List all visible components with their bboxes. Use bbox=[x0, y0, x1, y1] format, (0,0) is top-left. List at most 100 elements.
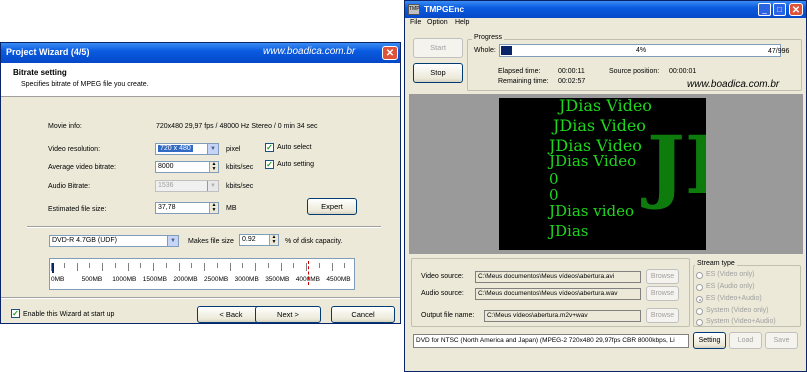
whole-label: Whole: bbox=[474, 47, 496, 54]
start-button[interactable]: Start bbox=[413, 38, 463, 58]
ruler-label: 500MB bbox=[81, 276, 103, 283]
progress-group-title: Progress bbox=[472, 34, 505, 41]
remaining-label: Remaining time: bbox=[498, 78, 549, 85]
wizard-title: Project Wizard (4/5) bbox=[6, 47, 90, 57]
makes-file-size-input[interactable]: 0.92 ▲ ▼ bbox=[239, 234, 279, 246]
stream-type-label: ES (Video only) bbox=[706, 271, 755, 278]
ruler-tick bbox=[63, 263, 65, 268]
video-resolution-unit: pixel bbox=[226, 146, 241, 153]
save-button[interactable]: Save bbox=[765, 332, 798, 349]
output-file-field[interactable]: C:\Meus vídeos\abertura.m2v+wav bbox=[484, 310, 641, 322]
enable-wizard-checkbox[interactable]: ✓ bbox=[11, 309, 20, 318]
ruler-tick bbox=[293, 263, 295, 268]
ruler-tick bbox=[318, 263, 320, 268]
ruler-tick bbox=[89, 263, 91, 268]
stream-radio-system-video-audio[interactable] bbox=[696, 319, 703, 326]
video-resolution-select[interactable]: 720 x 480 ▼ bbox=[155, 143, 219, 155]
wizard-titlebar[interactable]: Project Wizard (4/5) www.boadica.com.br … bbox=[1, 43, 400, 63]
stream-type-label: ES (Video+Audio) bbox=[706, 295, 762, 302]
minimize-icon[interactable]: _ bbox=[758, 3, 771, 16]
audio-bitrate-label: Audio Bitrate: bbox=[48, 183, 91, 190]
est-file-size-input[interactable]: 37,78 ▲ ▼ bbox=[155, 202, 219, 214]
tmpgenc-window: TMP TMPGEnc _ □ ✕ File Option Help Start… bbox=[404, 0, 807, 372]
tmpgenc-titlebar[interactable]: TMP TMPGEnc _ □ ✕ bbox=[405, 1, 806, 18]
auto-select-checkbox[interactable]: ✓ bbox=[265, 143, 274, 152]
preview-large-letters: JD bbox=[647, 118, 706, 212]
stream-radio-es-audio[interactable] bbox=[696, 284, 703, 291]
movie-info-label: Movie info: bbox=[48, 123, 82, 130]
frames-count: 47/996 bbox=[768, 48, 790, 55]
ruler-label: 1500MB bbox=[142, 276, 168, 283]
audio-source-field[interactable]: C:\Meus documentos\Meus vídeos\abertura.… bbox=[475, 288, 641, 300]
chevron-down-icon[interactable]: ▼ bbox=[207, 144, 218, 154]
stream-type-label: System (Video only) bbox=[706, 307, 769, 314]
auto-setting-label: Auto setting bbox=[277, 161, 314, 168]
ruler-tick bbox=[165, 263, 167, 268]
next-button[interactable]: Next > bbox=[255, 306, 321, 323]
audio-source-label: Audio source: bbox=[421, 290, 464, 297]
avg-video-bitrate-input[interactable]: 8000 ▲ ▼ bbox=[155, 161, 219, 173]
media-select[interactable]: DVD-R 4.7GB (UDF) ▼ bbox=[49, 235, 179, 247]
preview-text: JDias video bbox=[549, 202, 635, 220]
ruler-tick bbox=[191, 263, 193, 268]
spin-arrows-icon[interactable]: ▲ ▼ bbox=[209, 162, 218, 172]
elapsed-label: Elapsed time: bbox=[498, 68, 541, 75]
auto-select-label: Auto select bbox=[277, 144, 312, 151]
video-source-field[interactable]: C:\Meus documentos\Meus vídeos\abertura.… bbox=[475, 271, 641, 283]
ruler-tick bbox=[127, 263, 129, 271]
cancel-button[interactable]: Cancel bbox=[331, 306, 395, 323]
header-title: Bitrate setting bbox=[13, 68, 67, 77]
avg-video-bitrate-value: 8000 bbox=[158, 163, 174, 170]
ruler-label: 4000MB bbox=[295, 276, 321, 283]
menu-help[interactable]: Help bbox=[455, 19, 469, 26]
browse-audio-button[interactable]: Browse bbox=[646, 286, 679, 301]
stop-button[interactable]: Stop bbox=[413, 63, 463, 83]
browse-output-button[interactable]: Browse bbox=[646, 308, 679, 323]
preview-text: JDias Video bbox=[553, 116, 646, 135]
video-preview: JDias Video JDias Video JDias Video JDia… bbox=[499, 98, 706, 250]
maximize-icon[interactable]: □ bbox=[773, 3, 786, 16]
ruler-tick bbox=[204, 263, 205, 271]
close-icon[interactable]: ✕ bbox=[789, 3, 803, 16]
chevron-down-icon[interactable]: ▼ bbox=[167, 236, 178, 246]
expert-button[interactable]: Expert bbox=[307, 198, 357, 215]
audio-bitrate-unit: kbits/sec bbox=[226, 183, 254, 190]
avg-video-bitrate-unit: kbits/sec bbox=[226, 164, 254, 171]
menu-file[interactable]: File bbox=[410, 19, 421, 26]
status-text: DVD for NTSC (North America and Japan) (… bbox=[413, 334, 689, 348]
menu-option[interactable]: Option bbox=[427, 19, 448, 26]
makes-file-size-label: Makes file size bbox=[188, 238, 234, 245]
project-wizard-window: Project Wizard (4/5) www.boadica.com.br … bbox=[0, 42, 401, 324]
output-file-label: Output file name: bbox=[421, 312, 475, 319]
tmpgenc-title: TMPGEnc bbox=[424, 4, 465, 14]
video-resolution-label: Video resolution: bbox=[48, 146, 101, 153]
media-value: DVD-R 4.7GB (UDF) bbox=[52, 237, 117, 244]
ruler-tick bbox=[229, 263, 231, 271]
ruler-label: 3500MB bbox=[265, 276, 290, 283]
whole-progress-bar: 4% bbox=[499, 44, 781, 57]
avg-video-bitrate-label: Average video bitrate: bbox=[48, 164, 116, 171]
setting-button[interactable]: Setting bbox=[693, 332, 726, 349]
ruler-tick bbox=[153, 263, 154, 271]
stream-radio-system-video[interactable] bbox=[696, 308, 703, 315]
ruler-label: 3000MB bbox=[234, 276, 259, 283]
stream-radio-es-video-audio[interactable] bbox=[696, 296, 703, 303]
stream-radio-es-video[interactable] bbox=[696, 272, 703, 279]
spin-arrows-icon[interactable]: ▲ ▼ bbox=[269, 235, 278, 245]
ruler-label: 2500MB bbox=[204, 276, 229, 283]
audio-bitrate-select: 1536 ▼ bbox=[155, 180, 219, 192]
ruler-tick bbox=[76, 263, 78, 271]
divider bbox=[1, 297, 400, 299]
spin-arrows-icon[interactable]: ▲ ▼ bbox=[209, 203, 218, 213]
load-button[interactable]: Load bbox=[729, 332, 762, 349]
progress-fill bbox=[501, 46, 512, 55]
menubar: File Option Help bbox=[405, 18, 806, 30]
close-icon[interactable]: ✕ bbox=[382, 46, 398, 60]
movie-info-value: 720x480 29,97 fps / 48000 Hz Stereo / 0 … bbox=[156, 123, 318, 130]
preview-text: JDias Video bbox=[549, 152, 637, 170]
ruler-label: 2000MB bbox=[173, 276, 198, 283]
ruler-tick bbox=[114, 263, 116, 268]
auto-setting-checkbox[interactable]: ✓ bbox=[265, 160, 274, 169]
browse-video-button[interactable]: Browse bbox=[646, 269, 679, 284]
ruler-tick bbox=[306, 263, 307, 271]
